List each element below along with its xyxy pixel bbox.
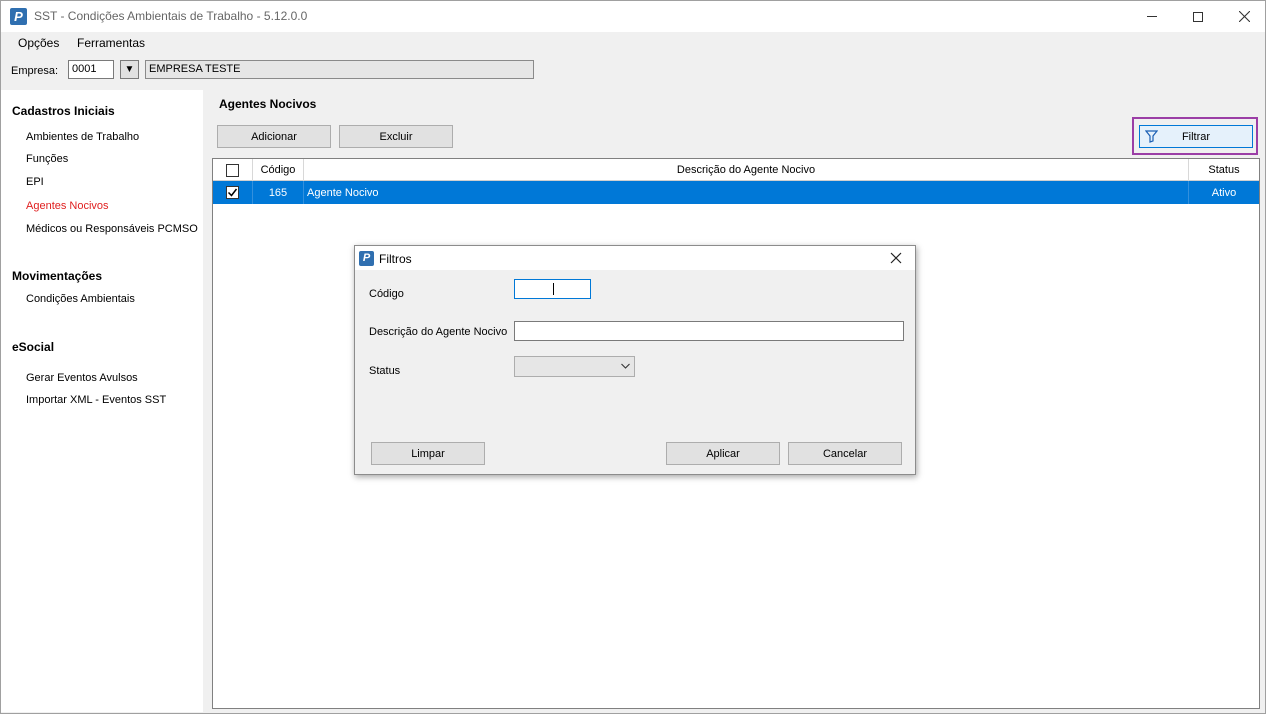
maximize-icon bbox=[1193, 11, 1203, 22]
dialog-app-icon: P bbox=[359, 251, 374, 266]
filter-button-label: Filtrar bbox=[1181, 130, 1211, 143]
row-code: 165 bbox=[253, 181, 304, 204]
filter-button[interactable]: Filtrar bbox=[1139, 125, 1253, 148]
sidebar-item-medicos[interactable]: Médicos ou Responsáveis PCMSO bbox=[26, 223, 198, 235]
status-select[interactable] bbox=[514, 356, 635, 377]
dialog-title: Filtros bbox=[379, 252, 412, 266]
menu-bar: Opções Ferramentas bbox=[1, 32, 1265, 54]
minimize-button[interactable] bbox=[1129, 1, 1175, 32]
sidebar-item-gerar-eventos[interactable]: Gerar Eventos Avulsos bbox=[26, 372, 138, 384]
filter-funnel-icon bbox=[1145, 130, 1158, 143]
sidebar: Cadastros Iniciais Ambientes de Trabalho… bbox=[1, 90, 203, 712]
close-icon bbox=[1238, 11, 1250, 22]
sidebar-item-ambientes[interactable]: Ambientes de Trabalho bbox=[26, 131, 139, 143]
chevron-down-icon bbox=[621, 363, 630, 369]
company-bar: Empresa: 0001 ▼ EMPRESA TESTE bbox=[1, 56, 1265, 84]
checkmark-icon bbox=[227, 188, 238, 197]
menu-opcoes[interactable]: Opções bbox=[18, 36, 59, 50]
row-checkbox[interactable] bbox=[226, 186, 239, 199]
description-label: Descrição do Agente Nocivo bbox=[369, 326, 508, 338]
app-logo-icon: P bbox=[10, 8, 27, 25]
row-description: Agente Nocivo bbox=[304, 181, 1189, 204]
status-label: Status bbox=[369, 365, 401, 377]
sidebar-item-agentes-nocivos[interactable]: Agentes Nocivos bbox=[26, 200, 109, 212]
header-codigo[interactable]: Código bbox=[253, 159, 304, 181]
dialog-close-icon[interactable] bbox=[890, 252, 902, 264]
text-caret bbox=[553, 283, 554, 295]
company-code-input[interactable]: 0001 bbox=[68, 60, 114, 79]
header-status[interactable]: Status bbox=[1189, 159, 1259, 181]
sidebar-item-importar-xml[interactable]: Importar XML - Eventos SST bbox=[26, 394, 166, 406]
close-button[interactable] bbox=[1221, 1, 1266, 32]
table-header: Código Descrição do Agente Nocivo Status bbox=[213, 159, 1259, 181]
menu-ferramentas[interactable]: Ferramentas bbox=[77, 36, 145, 50]
sidebar-section-esocial: eSocial bbox=[12, 340, 55, 354]
filter-dialog: P Filtros Código Descrição do Agente Noc… bbox=[354, 245, 916, 475]
sidebar-item-funcoes[interactable]: Funções bbox=[26, 153, 68, 165]
delete-button[interactable]: Excluir bbox=[339, 125, 453, 148]
title-bar[interactable]: P SST - Condições Ambientais de Trabalho… bbox=[1, 1, 1265, 32]
sidebar-section-movimentacoes: Movimentações bbox=[12, 269, 103, 283]
clear-button[interactable]: Limpar bbox=[371, 442, 485, 465]
table-row[interactable]: 165 Agente Nocivo Ativo bbox=[213, 181, 1259, 204]
row-check-cell[interactable] bbox=[213, 181, 253, 204]
page-title: Agentes Nocivos bbox=[219, 97, 317, 111]
dialog-title-bar[interactable]: P Filtros bbox=[355, 246, 915, 270]
sidebar-item-condicoes[interactable]: Condições Ambientais bbox=[26, 293, 135, 305]
maximize-button[interactable] bbox=[1175, 1, 1221, 32]
company-label: Empresa: bbox=[11, 65, 59, 77]
cancel-button[interactable]: Cancelar bbox=[788, 442, 902, 465]
row-status: Ativo bbox=[1211, 186, 1237, 199]
company-dropdown-button[interactable]: ▼ bbox=[120, 60, 139, 79]
minimize-icon bbox=[1147, 16, 1157, 17]
code-label: Código bbox=[369, 288, 404, 300]
description-input[interactable] bbox=[514, 321, 904, 341]
sidebar-section-cadastros: Cadastros Iniciais bbox=[12, 104, 115, 118]
company-name-field: EMPRESA TESTE bbox=[145, 60, 534, 79]
code-input[interactable] bbox=[514, 279, 591, 299]
apply-button[interactable]: Aplicar bbox=[666, 442, 780, 465]
app-window: P SST - Condições Ambientais de Trabalho… bbox=[0, 0, 1266, 714]
header-descricao[interactable]: Descrição do Agente Nocivo bbox=[304, 159, 1189, 181]
window-title: SST - Condições Ambientais de Trabalho -… bbox=[34, 9, 308, 23]
add-button[interactable]: Adicionar bbox=[217, 125, 331, 148]
sidebar-item-epi[interactable]: EPI bbox=[26, 176, 44, 188]
header-select-all[interactable] bbox=[213, 159, 253, 181]
select-all-checkbox[interactable] bbox=[226, 163, 239, 177]
